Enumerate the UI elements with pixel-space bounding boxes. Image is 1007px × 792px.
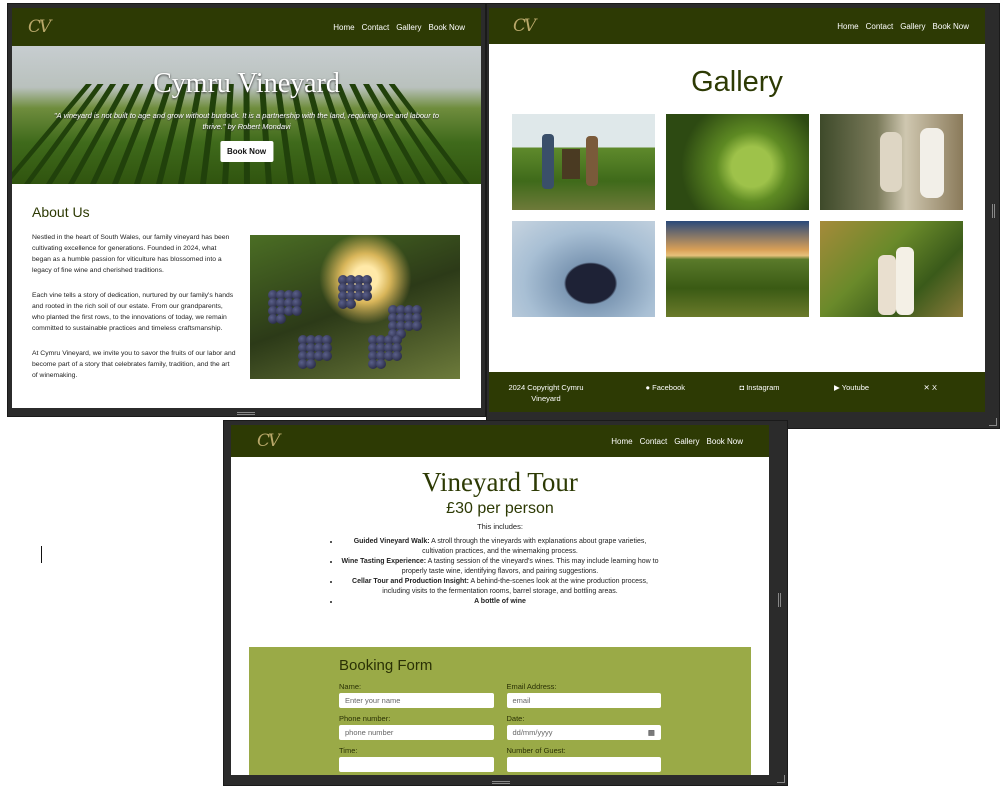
date-input[interactable]: dd/mm/yyyy ▦ [506, 725, 661, 740]
browser-window-home: CV Home Contact Gallery Book Now Cymru V… [7, 3, 486, 417]
gallery-grid [489, 114, 985, 317]
date-label: Date: [506, 714, 525, 723]
list-item: Guided Vineyard Walk: A stroll through t… [340, 537, 660, 557]
tour-includes-label: This includes: [477, 522, 523, 531]
nav-link-contact[interactable]: Contact [640, 437, 668, 446]
nav-link-book-now[interactable]: Book Now [933, 22, 969, 31]
footer-link-x[interactable]: ✕ X [924, 382, 937, 393]
about-paragraph-2: Each vine tells a story of dedication, n… [32, 292, 234, 332]
footer-link-instagram[interactable]: ◘ Instagram [740, 382, 780, 393]
footer-link-youtube[interactable]: ▶ Youtube [834, 382, 869, 393]
phone-label: Phone number: [339, 714, 391, 723]
browser-window-tour: CV Home Contact Gallery Book Now Vineyar… [223, 420, 788, 786]
time-input[interactable] [339, 757, 494, 772]
nav-link-contact[interactable]: Contact [362, 23, 390, 32]
wine-tasting-photo[interactable] [819, 114, 963, 210]
about-paragraph-3: At Cymru Vineyard, we invite you to savo… [32, 350, 236, 379]
resize-corner[interactable] [989, 418, 997, 426]
email-input[interactable]: email [506, 693, 661, 708]
name-input[interactable]: Enter your name [339, 693, 494, 708]
grape [292, 306, 302, 316]
grape [362, 291, 372, 301]
grape [306, 359, 316, 369]
vertical-resize-grip[interactable] [778, 593, 781, 607]
booking-form: Booking Form Name: Enter your name Email… [249, 647, 751, 775]
couple-vineyard-photo[interactable] [819, 221, 963, 317]
grape [346, 299, 356, 309]
nav-link-book-now[interactable]: Book Now [429, 23, 465, 32]
tour-title: Vineyard Tour [422, 467, 578, 497]
book-now-button[interactable]: Book Now [219, 141, 274, 162]
hero-banner: Cymru Vineyard "A vineyard is not built … [12, 46, 481, 184]
nav-link-gallery[interactable]: Gallery [900, 22, 925, 31]
tour-section: Vineyard Tour £30 per person This includ… [231, 467, 769, 607]
grape [276, 314, 286, 324]
nav-link-home[interactable]: Home [333, 23, 354, 32]
youtube-icon: ▶ [834, 383, 840, 392]
nav-links: Home Contact Gallery Book Now [611, 437, 743, 446]
nav-links: Home Contact Gallery Book Now [837, 22, 969, 31]
navbar: CV Home Contact Gallery Book Now [12, 8, 481, 46]
navbar: CV Home Contact Gallery Book Now [489, 8, 985, 44]
resize-grip[interactable] [237, 412, 255, 415]
nav-link-gallery[interactable]: Gallery [396, 23, 421, 32]
vertical-resize-grip[interactable] [992, 204, 995, 218]
footer-link-facebook[interactable]: ● Facebook [646, 382, 686, 393]
grapes-photo [250, 235, 460, 379]
hero-title: Cymru Vineyard [153, 68, 340, 99]
facebook-icon: ● [645, 383, 651, 392]
name-label: Name: [339, 682, 362, 691]
resize-corner[interactable] [777, 775, 785, 783]
tour-includes-list: Guided Vineyard Walk: A stroll through t… [340, 537, 660, 607]
calendar-icon[interactable]: ▦ [648, 728, 655, 737]
phone-input[interactable]: phone number [339, 725, 494, 740]
couple-harvest-photo[interactable] [511, 114, 655, 210]
list-item: A bottle of wine [340, 597, 660, 607]
logo[interactable]: CV [513, 16, 536, 36]
hands-grapes-photo[interactable] [511, 221, 655, 317]
nav-link-gallery[interactable]: Gallery [674, 437, 699, 446]
nav-link-home[interactable]: Home [837, 22, 858, 31]
list-item: Cellar Tour and Production Insight: A be… [340, 577, 660, 597]
about-section: About Us Nestled in the heart of South W… [12, 184, 481, 395]
time-label: Time: [339, 746, 358, 755]
list-item: Wine Tasting Experience: A tasting sessi… [340, 557, 660, 577]
x-icon: ✕ [923, 383, 930, 392]
tour-price: £30 per person [446, 500, 554, 517]
about-paragraph-1: Nestled in the heart of South Wales, our… [32, 234, 230, 274]
guests-label: Number of Guest: [506, 746, 566, 755]
guests-input[interactable] [506, 757, 661, 772]
instagram-icon: ◘ [739, 383, 745, 392]
nav-link-contact[interactable]: Contact [866, 22, 894, 31]
grape [412, 321, 422, 331]
nav-link-book-now[interactable]: Book Now [707, 437, 743, 446]
footer: 2024 Copyright Cymru Vineyard ● Facebook… [489, 372, 985, 412]
grape [322, 351, 332, 361]
logo[interactable]: CV [257, 431, 280, 451]
gallery-title: Gallery [691, 66, 783, 98]
footer-copyright: 2024 Copyright Cymru Vineyard [508, 383, 584, 403]
about-heading: About Us [32, 204, 90, 220]
grape [376, 359, 386, 369]
nav-links: Home Contact Gallery Book Now [333, 23, 465, 32]
navbar: CV Home Contact Gallery Book Now [231, 425, 769, 457]
logo[interactable]: CV [28, 17, 51, 37]
grape [392, 351, 402, 361]
hero-quote: "A vineyard is not built to age and grow… [53, 111, 440, 131]
resize-grip[interactable] [492, 781, 510, 784]
email-label: Email Address: [506, 682, 557, 691]
nav-link-home[interactable]: Home [611, 437, 632, 446]
booking-form-title: Booking Form [339, 657, 433, 674]
text-cursor [41, 546, 42, 563]
vineyard-sunset-photo[interactable] [665, 221, 809, 317]
browser-window-gallery: CV Home Contact Gallery Book Now Gallery [486, 3, 1000, 429]
green-grapes-photo[interactable] [665, 114, 809, 210]
